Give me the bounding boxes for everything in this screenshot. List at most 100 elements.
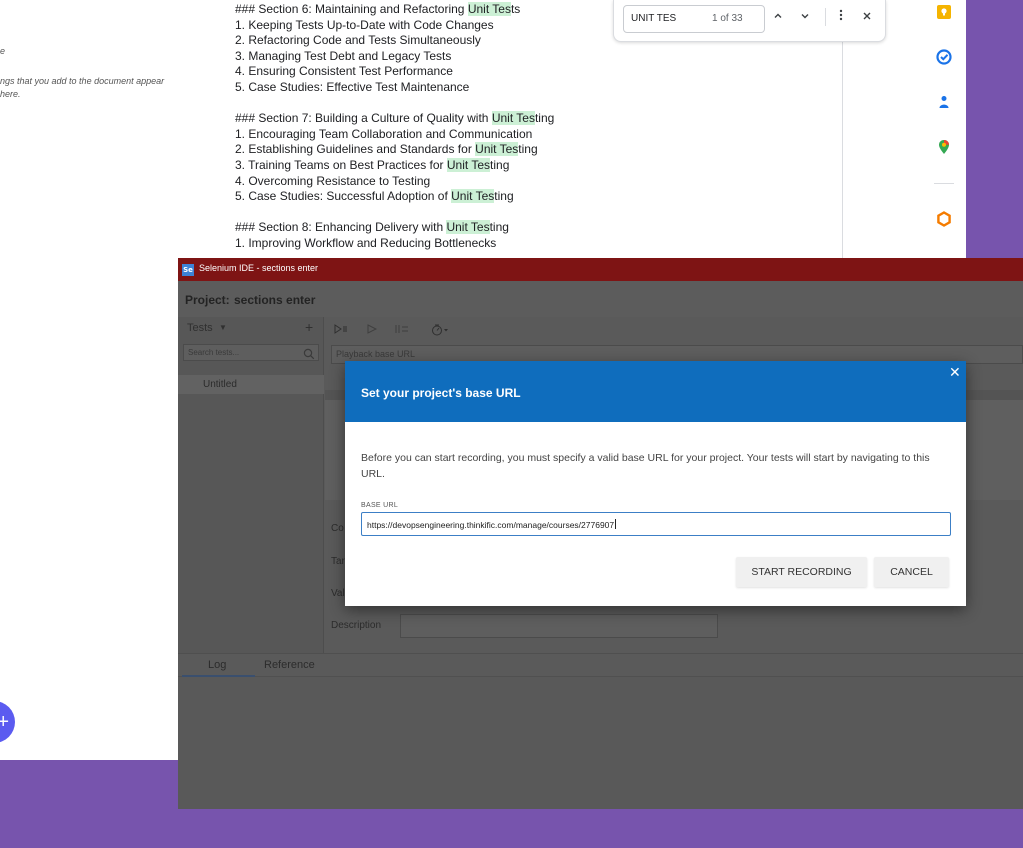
side-panel [922,0,966,258]
document-line: 2. Refactoring Code and Tests Simultaneo… [235,33,554,49]
test-item-label: Untitled [203,379,237,390]
text-run: 1. Improving Workflow and Reducing Bottl… [235,235,497,250]
base-url-value: https://devopsengineering.thinkific.com/… [367,519,617,530]
document-line: 5. Case Studies: Successful Adoption of … [235,189,554,205]
text-run: ting [489,220,509,235]
maps-icon[interactable] [936,139,952,155]
base-url-dialog: Set your project's base URL ✕ Before you… [345,361,966,606]
text-run: ting [534,111,555,126]
document-line: 1. Encouraging Team Collaboration and Co… [235,127,554,143]
add-fab-button[interactable]: + [0,701,15,743]
ide-toolbar [325,317,1023,345]
search-tests-placeholder: Search tests... [188,348,240,357]
text-run: 1. Encouraging Team Collaboration and Co… [235,126,533,141]
side-panel-divider [934,183,954,184]
text-run: ting [494,189,514,204]
more-vert-icon[interactable] [832,9,850,27]
document-line: ### Section 7: Building a Culture of Qua… [235,111,554,127]
tab-log[interactable]: Log [208,659,226,671]
search-highlight: Unit Tes [475,142,519,157]
run-test-icon[interactable] [367,324,378,337]
base-url-label: BASE URL [361,502,399,509]
start-recording-button[interactable]: START RECORDING [736,557,867,587]
playback-base-url-placeholder: Playback base URL [336,349,416,359]
find-bar-divider [825,8,826,26]
text-run: ### Section 7: Building a Culture of Qua… [235,111,492,126]
add-test-button[interactable]: + [305,319,313,335]
text-run: 1. Keeping Tests Up-to-Date with Code Ch… [235,17,494,32]
cancel-button[interactable]: CANCEL [874,557,949,587]
bottom-tabs: Log Reference [178,653,1023,677]
text-run: ### Section 8: Enhancing Delivery with [235,220,447,235]
document-page: ### Section 6: Maintaining and Refactori… [179,0,966,258]
text-run: ting [518,142,538,157]
search-highlight: Unit Tes [491,111,535,126]
tasks-icon[interactable] [936,49,952,65]
find-match-count: 1 of 33 [712,13,743,24]
outline-fragment: e [0,46,6,56]
doc-outline-panel: e ngs that you add to the document appea… [0,0,179,760]
project-name[interactable]: sections enter [234,293,315,307]
text-run: 4. Overcoming Resistance to Testing [235,173,431,188]
document-body[interactable]: ### Section 6: Maintaining and Refactori… [235,2,554,252]
text-run: 5. Case Studies: Effective Test Maintena… [235,79,470,94]
chevron-down-icon[interactable] [796,9,814,27]
ide-titlebar[interactable]: Se Selenium IDE - sections enter [178,258,1023,281]
search-highlight: Unit Tes [467,2,511,16]
search-icon [303,346,315,363]
tab-reference[interactable]: Reference [264,659,315,671]
text-run: 3. Managing Test Debt and Legacy Tests [235,48,452,63]
text-run: ting [490,157,510,172]
document-line: 2. Establishing Guidelines and Standards… [235,142,554,158]
run-all-tests-icon[interactable] [334,324,348,337]
outline-empty-text: ngs that you add to the document appear … [0,76,165,99]
document-line: 5. Case Studies: Effective Test Maintena… [235,80,554,96]
document-line: 3. Managing Test Debt and Legacy Tests [235,49,554,65]
document-line: 4. Ensuring Consistent Test Performance [235,64,554,80]
find-bar: UNIT TES 1 of 33 [613,0,886,42]
speed-timer-icon[interactable] [431,324,451,339]
description-field-label: Description [331,620,382,631]
document-line: 4. Overcoming Resistance to Testing [235,174,554,190]
tests-dropdown-label[interactable]: Tests [187,322,213,334]
text-run: 5. Case Studies: Successful Adoption of [235,189,452,204]
target-field-label: Tar [331,556,345,567]
selenium-logo: Se [182,264,194,276]
text-run: 2. Establishing Guidelines and Standards… [235,142,476,157]
contacts-icon[interactable] [936,94,952,110]
dialog-description: Before you can start recording, you must… [361,452,930,480]
document-line: ### Section 8: Enhancing Delivery with U… [235,220,554,236]
description-input[interactable] [400,614,718,638]
dialog-title: Set your project's base URL [361,386,521,400]
text-run: 2. Refactoring Code and Tests Simultaneo… [235,33,481,48]
close-icon[interactable] [858,9,876,27]
ide-window-title: Selenium IDE - sections enter [199,263,319,273]
log-panel [178,677,1023,809]
text-run: ### Section 6: Maintaining and Refactori… [235,2,468,16]
base-url-input[interactable]: https://devopsengineering.thinkific.com/… [361,512,951,536]
text-run: 3. Training Teams on Best Practices for [235,157,447,172]
chevron-up-icon[interactable] [769,9,787,27]
text-caret [615,519,617,529]
close-icon[interactable]: ✕ [949,365,961,381]
project-label: Project: [185,293,230,307]
search-highlight: Unit Tes [451,189,495,204]
find-input[interactable]: UNIT TES 1 of 33 [623,5,765,33]
document-line: 1. Keeping Tests Up-to-Date with Code Ch… [235,18,554,34]
document-line: ### Section 6: Maintaining and Refactori… [235,2,554,18]
keep-icon[interactable] [936,4,952,20]
search-tests-input[interactable]: Search tests... [183,344,319,361]
dialog-header: Set your project's base URL ✕ [345,361,966,422]
base-url-text: https://devopsengineering.thinkific.com/… [367,520,615,530]
command-field-label: Co [331,523,344,534]
step-over-icon[interactable] [395,324,409,337]
value-field-label: Val [331,588,345,599]
test-list-item[interactable]: Untitled [178,375,324,394]
search-highlight: Unit Tes [446,220,490,235]
caret-down-icon[interactable]: ▼ [219,323,227,332]
search-highlight: Unit Tes [446,157,491,172]
addon-icon[interactable] [936,211,952,227]
text-run: 4. Ensuring Consistent Test Performance [235,64,453,79]
